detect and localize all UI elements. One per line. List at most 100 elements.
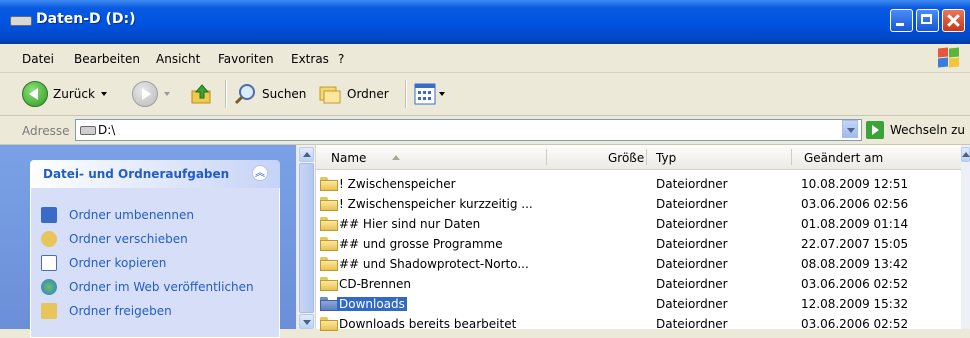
file-type: Dateiordner: [656, 217, 728, 231]
window-title: Daten-D (D:): [36, 11, 136, 27]
folder-icon: [320, 217, 338, 231]
toolbar-separator: [405, 80, 407, 108]
menu-help[interactable]: ?: [338, 52, 344, 66]
file-date: 12.08.2009 15:32: [801, 297, 909, 311]
toolbar: Zurück Suchen Ordner: [0, 73, 970, 116]
file-row[interactable]: ## und Shadowprotect-Norto... Dateiordne…: [316, 254, 961, 274]
search-label: Suchen: [262, 87, 307, 101]
menu-favorites[interactable]: Favoriten: [218, 52, 274, 66]
folder-icon: [320, 197, 338, 211]
folder-icon: [320, 237, 338, 251]
address-input[interactable]: D:\: [75, 119, 862, 141]
menu-file[interactable]: Datei: [22, 52, 54, 66]
minimize-button[interactable]: [890, 9, 913, 32]
file-date: 08.08.2009 13:42: [801, 257, 909, 271]
toolbar-separator: [225, 80, 227, 108]
column-name[interactable]: Name: [331, 151, 366, 165]
drive-icon: [80, 126, 96, 135]
search-button[interactable]: Suchen: [233, 81, 306, 107]
file-date: 01.08.2009 01:14: [801, 217, 909, 231]
column-type[interactable]: Typ: [656, 151, 676, 165]
column-modified[interactable]: Geändert am: [804, 151, 883, 165]
file-name: ! Zwischenspeicher: [339, 177, 456, 191]
folder-icon: [320, 297, 338, 311]
copy-icon: [41, 255, 57, 271]
go-button-label[interactable]: Wechseln zu: [890, 123, 965, 137]
folder-icon: [320, 177, 338, 191]
maximize-button[interactable]: [916, 9, 939, 32]
menu-edit[interactable]: Bearbeiten: [74, 52, 140, 66]
views-icon: [414, 83, 436, 105]
forward-button[interactable]: [132, 81, 170, 107]
file-date: 03.06.2006 02:56: [801, 197, 909, 211]
file-row[interactable]: ## Hier sind nur Daten Dateiordner 01.08…: [316, 214, 961, 234]
file-row[interactable]: ! Zwischenspeicher Dateiordner 10.08.200…: [316, 174, 961, 194]
file-name: CD-Brennen: [339, 277, 412, 291]
file-type: Dateiordner: [656, 277, 728, 291]
file-list-scrollbar[interactable]: [961, 145, 970, 329]
task-panel-header[interactable]: Datei- und Ordneraufgaben: [30, 160, 280, 188]
menu-tools[interactable]: Extras: [291, 52, 329, 66]
sort-ascending-icon: [392, 155, 400, 160]
file-name: ## und grosse Programme: [339, 237, 503, 251]
address-path: D:\: [98, 123, 116, 137]
file-type: Dateiordner: [656, 197, 728, 211]
file-row[interactable]: CD-Brennen Dateiordner 03.06.2006 02:52: [316, 274, 961, 294]
file-type: Dateiordner: [656, 257, 728, 271]
collapse-chevron-icon[interactable]: [252, 164, 268, 181]
file-name: ## und Shadowprotect-Norto...: [339, 257, 529, 271]
forward-dropdown-icon[interactable]: [164, 92, 170, 96]
file-name: ! Zwischenspeicher kurzzeitig ...: [339, 197, 533, 211]
publish-web-icon: [41, 279, 57, 295]
task-label: Ordner kopieren: [69, 256, 167, 270]
file-date: 03.06.2006 02:52: [801, 277, 909, 291]
task-label: Ordner umbenennen: [69, 208, 195, 222]
task-share-folder[interactable]: Ordner freigeben: [41, 302, 172, 320]
scroll-thumb[interactable]: [299, 163, 314, 313]
column-headers: Name Größe Typ Geändert am: [316, 145, 961, 170]
address-bar: Adresse D:\ Wechseln zu: [0, 116, 970, 145]
back-arrow-icon: [22, 81, 48, 107]
go-arrow-icon[interactable]: [866, 121, 884, 139]
windows-logo-icon: [938, 47, 960, 68]
address-dropdown-button[interactable]: [842, 120, 858, 138]
scroll-up-button[interactable]: [961, 147, 970, 162]
task-pane: Datei- und Ordneraufgaben Ordner umbenen…: [0, 145, 296, 338]
task-panel-body: Ordner umbenennen Ordner verschieben Ord…: [30, 188, 280, 338]
close-button[interactable]: [942, 9, 965, 32]
title-bar[interactable]: Daten-D (D:): [0, 0, 970, 44]
file-row[interactable]: ## und grosse Programme Dateiordner 22.0…: [316, 234, 961, 254]
file-name: ## Hier sind nur Daten: [339, 217, 481, 231]
column-size[interactable]: Größe: [608, 151, 644, 165]
folder-icon: [320, 257, 338, 271]
menu-view[interactable]: Ansicht: [156, 52, 200, 66]
views-button[interactable]: [414, 81, 445, 107]
file-type: Dateiordner: [656, 177, 728, 191]
file-list: Name Größe Typ Geändert am ! Zwischenspe…: [298, 145, 970, 331]
up-folder-button[interactable]: [190, 81, 214, 107]
address-label: Adresse: [22, 124, 70, 138]
task-label: Ordner im Web veröffentlichen: [69, 280, 254, 294]
task-copy-folder[interactable]: Ordner kopieren: [41, 254, 166, 272]
file-row[interactable]: Downloads bereits bearbeitet Dateiordner…: [316, 314, 961, 334]
splitter-scrollbar[interactable]: [298, 145, 316, 329]
forward-arrow-icon: [132, 81, 158, 107]
up-folder-icon: [191, 84, 211, 104]
task-publish-web[interactable]: Ordner im Web veröffentlichen: [41, 278, 254, 296]
file-row[interactable]: ! Zwischenspeicher kurzzeitig ... Dateio…: [316, 194, 961, 214]
task-panel-title: Datei- und Ordneraufgaben: [43, 167, 230, 181]
column-divider[interactable]: [646, 149, 647, 165]
folder-icon: [320, 277, 338, 291]
file-row-selected[interactable]: Downloads Dateiordner 12.08.2009 15:32: [316, 294, 961, 314]
scroll-up-button[interactable]: [299, 147, 314, 162]
column-divider[interactable]: [546, 149, 547, 165]
task-move-folder[interactable]: Ordner verschieben: [41, 230, 188, 248]
scroll-down-button[interactable]: [299, 314, 314, 329]
folders-button[interactable]: Ordner: [318, 81, 389, 107]
views-dropdown-icon[interactable]: [439, 92, 445, 96]
back-button[interactable]: Zurück: [22, 81, 107, 107]
task-rename-folder[interactable]: Ordner umbenennen: [41, 206, 194, 224]
column-divider[interactable]: [791, 149, 792, 165]
back-dropdown-icon[interactable]: [100, 92, 107, 96]
file-date: 22.07.2007 15:05: [801, 237, 909, 251]
